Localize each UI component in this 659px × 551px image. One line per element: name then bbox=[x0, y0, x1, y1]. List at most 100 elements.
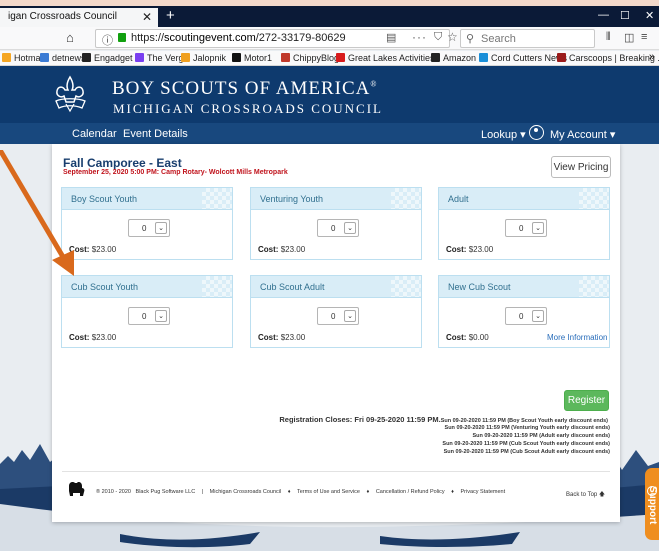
event-subtitle: September 25, 2020 5:00 PM: Camp Rotary-… bbox=[63, 169, 288, 176]
lock-icon bbox=[118, 33, 126, 42]
register-button[interactable]: Register bbox=[564, 390, 609, 411]
bookmark-item[interactable]: Engadget bbox=[82, 53, 133, 63]
panel-title: Venturing Youth bbox=[251, 188, 421, 210]
bookmark-favicon-icon bbox=[232, 53, 241, 62]
chevron-down-icon[interactable]: ⌄ bbox=[344, 310, 356, 322]
discount-item: Sun 09-20-2020 11:59 PM (Cub Scout Adult… bbox=[443, 449, 610, 455]
close-window-button[interactable]: ✕ bbox=[645, 9, 654, 22]
ticket-panel: New Cub Scout 0 ⌄ Cost: $0.00 More Informati… bbox=[438, 275, 610, 348]
bookmark-favicon-icon bbox=[82, 53, 91, 62]
quantity-select[interactable]: 0 ⌄ bbox=[128, 219, 170, 237]
bsa-logo-icon[interactable] bbox=[48, 74, 93, 114]
url-text: https://scoutingevent.com/272-33179-8062… bbox=[131, 32, 346, 44]
page-actions-icon[interactable]: ··· bbox=[412, 30, 427, 44]
cost-text: Cost: $23.00 bbox=[69, 333, 117, 342]
footer-link-privacy[interactable]: Privacy Statement bbox=[461, 489, 506, 495]
discount-item: Sun 09-20-2020 11:59 PM (Cub Scout Youth… bbox=[442, 441, 610, 447]
bookmark-item[interactable]: ChippyBlog bbox=[281, 53, 339, 63]
cost-text: Cost: $23.00 bbox=[258, 245, 306, 254]
account-icon[interactable] bbox=[529, 125, 544, 140]
footer-links: ® 2010 - 2020 Black Pug Software LLC | M… bbox=[96, 489, 506, 495]
library-icon[interactable]: ⫴ bbox=[606, 31, 611, 44]
nav-calendar[interactable]: Calendar bbox=[72, 128, 117, 140]
new-tab-button[interactable]: + bbox=[166, 7, 175, 24]
event-card: Fall Camporee - East September 25, 2020 … bbox=[52, 144, 620, 522]
quantity-select[interactable]: 0 ⌄ bbox=[317, 219, 359, 237]
ticket-panel: Cub Scout Youth 0 ⌄ Cost: $23.00 bbox=[61, 275, 233, 348]
maximize-button[interactable]: ☐ bbox=[620, 9, 630, 22]
ticket-panel: Venturing Youth 0 ⌄ Cost: $23.00 bbox=[250, 187, 422, 260]
menu-icon[interactable]: ≡ bbox=[641, 31, 647, 43]
bookmark-item[interactable]: detnews bbox=[40, 53, 86, 63]
quantity-value: 0 bbox=[519, 224, 524, 233]
nav-lookup[interactable]: Lookup ▾ bbox=[481, 128, 526, 141]
view-pricing-button[interactable]: View Pricing bbox=[551, 156, 611, 178]
footer-link-black-pug[interactable]: Black Pug Software LLC bbox=[136, 489, 196, 495]
chevron-down-icon[interactable]: ⌄ bbox=[532, 222, 544, 234]
panel-title: New Cub Scout bbox=[439, 276, 609, 298]
quantity-value: 0 bbox=[142, 312, 147, 321]
tab-close-icon[interactable]: ✕ bbox=[142, 10, 152, 24]
bookmark-favicon-icon bbox=[40, 53, 49, 62]
pocket-icon[interactable]: ⛉ bbox=[434, 31, 442, 44]
org-name: BOY SCOUTS OF AMERICA® bbox=[112, 78, 378, 99]
chevron-down-icon[interactable]: ⌄ bbox=[155, 222, 167, 234]
nav-my-account[interactable]: My Account ▾ bbox=[550, 128, 615, 141]
bookmark-favicon-icon bbox=[281, 53, 290, 62]
cost-text: Cost: $23.00 bbox=[258, 333, 306, 342]
chevron-down-icon[interactable]: ⌄ bbox=[344, 222, 356, 234]
council-name: MICHIGAN CROSSROADS COUNCIL bbox=[113, 101, 383, 116]
arrow-up-icon: 🡅 bbox=[598, 492, 606, 498]
cost-text: Cost: $23.00 bbox=[446, 245, 494, 254]
footer-link-terms[interactable]: Terms of Use and Service bbox=[297, 489, 360, 495]
chevron-down-icon[interactable]: ⌄ bbox=[532, 310, 544, 322]
home-icon[interactable]: ⌂ bbox=[66, 30, 74, 45]
bookmark-star-icon[interactable]: ☆ bbox=[447, 30, 458, 44]
reader-view-icon[interactable]: ▤ bbox=[386, 31, 396, 44]
bookmark-item[interactable]: Jalopnik bbox=[181, 53, 226, 63]
search-placeholder: Search bbox=[481, 33, 516, 45]
nav-event-details[interactable]: Event Details bbox=[123, 128, 188, 140]
quantity-select[interactable]: 0 ⌄ bbox=[128, 307, 170, 325]
search-input[interactable]: ⚲ Search bbox=[460, 29, 595, 48]
search-icon: ⚲ bbox=[466, 33, 475, 45]
tab-title: igan Crossroads Council bbox=[8, 11, 117, 22]
ticket-panel: Cub Scout Adult 0 ⌄ Cost: $23.00 bbox=[250, 275, 422, 348]
bookmark-item[interactable]: Hotmail bbox=[2, 53, 45, 63]
cost-text: Cost: $0.00 bbox=[446, 333, 489, 342]
quantity-value: 0 bbox=[331, 224, 336, 233]
pug-logo-icon bbox=[69, 482, 85, 496]
bookmark-favicon-icon bbox=[181, 53, 190, 62]
bookmark-item[interactable]: Cord Cutters News bbox=[479, 53, 567, 63]
url-bar[interactable]: ⓘ https://scoutingevent.com/272-33179-80… bbox=[95, 29, 458, 48]
footer-link-refund[interactable]: Cancellation / Refund Policy bbox=[376, 489, 445, 495]
bookmark-favicon-icon bbox=[557, 53, 566, 62]
quantity-select[interactable]: 0 ⌄ bbox=[505, 219, 547, 237]
support-label: Support bbox=[647, 486, 658, 525]
bookmark-favicon-icon bbox=[135, 53, 144, 62]
bookmark-item[interactable]: Motor1 bbox=[232, 53, 272, 63]
bookmark-item[interactable]: Carscoops | Breaking ... bbox=[557, 53, 659, 63]
minimize-button[interactable]: — bbox=[598, 9, 609, 21]
sidebar-icon[interactable]: ◫ bbox=[624, 31, 634, 44]
footer-link-council[interactable]: Michigan Crossroads Council bbox=[210, 489, 282, 495]
support-tab[interactable]: Support bbox=[645, 468, 659, 540]
discount-list: Sun 09-20-2020 11:59 PM (Venturing Youth… bbox=[442, 424, 610, 456]
bookmark-item[interactable]: Great Lakes Activities bbox=[336, 53, 435, 63]
site-nav: Calendar Event Details Lookup ▾ My Accou… bbox=[0, 123, 659, 144]
more-information-link[interactable]: More Information bbox=[547, 333, 607, 342]
bookmark-favicon-icon bbox=[336, 53, 345, 62]
quantity-value: 0 bbox=[331, 312, 336, 321]
bookmark-favicon-icon bbox=[2, 53, 11, 62]
browser-tab[interactable]: igan Crossroads Council ✕ bbox=[0, 8, 158, 27]
quantity-value: 0 bbox=[142, 224, 147, 233]
chevron-down-icon[interactable]: ⌄ bbox=[155, 310, 167, 322]
quantity-select[interactable]: 0 ⌄ bbox=[317, 307, 359, 325]
back-to-top-link[interactable]: Back to Top 🡅 bbox=[566, 490, 605, 500]
ticket-panel: Adult 0 ⌄ Cost: $23.00 bbox=[438, 187, 610, 260]
quantity-select[interactable]: 0 ⌄ bbox=[505, 307, 547, 325]
site-header: BOY SCOUTS OF AMERICA® MICHIGAN CROSSROA… bbox=[0, 66, 659, 123]
footer-divider bbox=[62, 471, 610, 472]
info-icon[interactable]: ⓘ bbox=[102, 32, 113, 48]
bookmark-item[interactable]: Amazon bbox=[431, 53, 476, 63]
